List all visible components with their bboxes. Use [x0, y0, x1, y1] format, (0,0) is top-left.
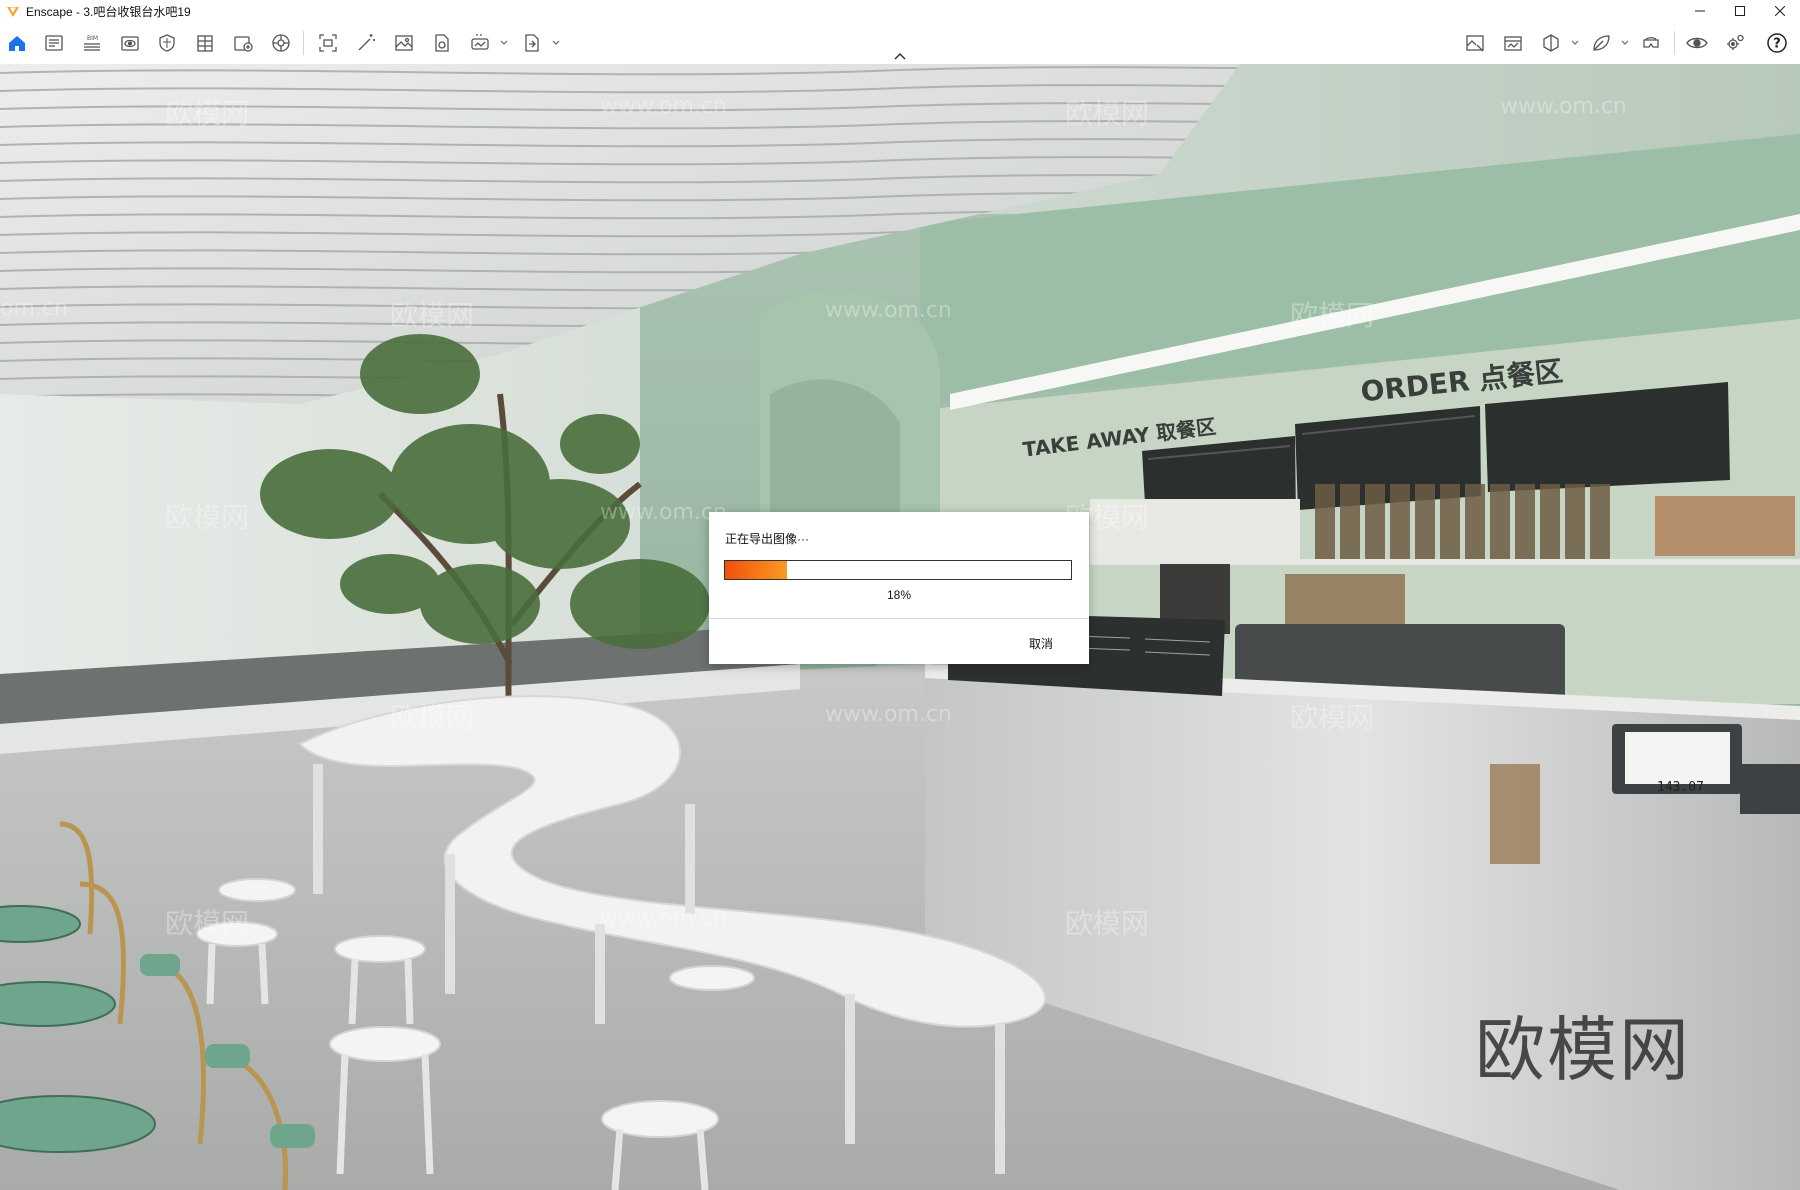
dialog-divider	[709, 618, 1089, 619]
minimize-icon	[1695, 10, 1705, 12]
document-button[interactable]	[40, 29, 68, 57]
vr-headset-icon	[1643, 37, 1659, 48]
vr-headset-button[interactable]	[1637, 29, 1665, 57]
watermark-logo-text: 欧模网	[1475, 1009, 1691, 1091]
screenshot-button[interactable]	[314, 29, 342, 57]
progress-fill	[725, 561, 788, 579]
chevron-down-icon[interactable]	[499, 38, 509, 48]
settings-icon	[1727, 34, 1744, 50]
visual-settings-icon	[121, 36, 139, 51]
watermark-text: 欧模网	[1290, 701, 1375, 734]
export-file-button[interactable]	[518, 29, 546, 57]
visual-settings-button[interactable]	[116, 29, 144, 57]
panorama-export-button[interactable]	[466, 29, 494, 57]
svg-text:?: ?	[1773, 37, 1781, 52]
view-management-button[interactable]	[1461, 29, 1489, 57]
watermark-text: 欧模网	[165, 97, 250, 130]
watermark-text: 欧模网	[1065, 97, 1150, 130]
watermark-text: 欧模网	[165, 907, 250, 940]
magic-wand-icon	[358, 34, 375, 51]
image-icon	[395, 35, 413, 51]
settings-button[interactable]	[1721, 29, 1749, 57]
bim-button[interactable]: BIM	[78, 29, 106, 57]
document-icon	[45, 35, 63, 51]
image-gallery-icon	[1504, 36, 1522, 51]
toolbar-separator	[303, 31, 304, 55]
title-bar: Enscape - 3.吧台收银台水吧19	[0, 0, 1800, 22]
asset-library-icon	[234, 36, 253, 52]
close-button[interactable]	[1760, 0, 1800, 22]
cancel-button[interactable]: 取消	[1011, 632, 1071, 654]
watermark-url: www.om.cn	[600, 500, 727, 525]
magic-wand-button[interactable]	[352, 29, 380, 57]
export-file-icon	[525, 34, 539, 52]
leaf-button[interactable]	[1587, 29, 1615, 57]
watermark-url: www.om.cn	[600, 906, 727, 931]
eye-icon	[1686, 37, 1708, 49]
close-icon	[1775, 6, 1785, 16]
screenshot-icon	[319, 34, 337, 52]
watermark-url: om.cn	[0, 296, 68, 321]
asset-library-button[interactable]	[229, 29, 257, 57]
watermark-text: 欧模网	[390, 299, 475, 332]
material-button[interactable]	[267, 29, 295, 57]
watermark-url: www.om.cn	[600, 94, 727, 119]
video-file-button[interactable]	[428, 29, 456, 57]
leaf-icon	[1593, 35, 1610, 51]
watermark-url: www.om.cn	[825, 702, 952, 727]
shield-button[interactable]	[153, 29, 181, 57]
home-icon	[9, 36, 25, 51]
export-status-message: 正在导出图像···	[725, 532, 809, 546]
watermark-text: 欧模网	[1065, 907, 1150, 940]
view-management-icon	[1466, 35, 1484, 52]
material-sphere-icon	[272, 34, 290, 52]
watermark-text: 欧模网	[390, 701, 475, 734]
watermark-url: www.om.cn	[1500, 94, 1627, 119]
chevron-up-icon[interactable]	[891, 50, 909, 62]
video-file-icon	[435, 34, 449, 52]
eye-button[interactable]	[1683, 29, 1711, 57]
progress-percentage: 18%	[886, 588, 912, 602]
bim-label: BIM	[87, 35, 98, 42]
export-progress-dialog: 正在导出图像··· 18% 取消	[709, 512, 1089, 664]
toolbar: BIM ?	[0, 22, 1800, 65]
shield-icon	[159, 34, 175, 52]
maximize-icon	[1735, 6, 1745, 16]
image-button[interactable]	[390, 29, 418, 57]
help-button[interactable]: ?	[1763, 29, 1791, 57]
cube-view-icon	[1543, 34, 1559, 52]
export-progress-bar	[724, 560, 1072, 580]
maximize-button[interactable]	[1720, 0, 1760, 22]
watermark-url: www.om.cn	[825, 298, 952, 323]
building-icon	[197, 35, 213, 52]
cube-view-button[interactable]	[1537, 29, 1565, 57]
enscape-logo-icon	[7, 7, 19, 17]
chevron-down-icon[interactable]	[551, 38, 561, 48]
window-controls	[1680, 0, 1800, 22]
bim-list-icon: BIM	[84, 35, 100, 51]
panorama-export-icon	[471, 34, 489, 50]
chevron-down-icon[interactable]	[1570, 38, 1580, 48]
watermark-text: 欧模网	[165, 501, 250, 534]
home-button[interactable]	[3, 29, 31, 57]
register-display-amount: 143.07	[1657, 780, 1704, 795]
help-icon: ?	[1767, 33, 1787, 53]
toolbar-separator	[1674, 31, 1675, 55]
building-button[interactable]	[191, 29, 219, 57]
watermark-text: 欧模网	[1290, 299, 1375, 332]
window-title: Enscape - 3.吧台收银台水吧19	[26, 4, 191, 19]
minimize-button[interactable]	[1680, 0, 1720, 22]
image-gallery-button[interactable]	[1499, 29, 1527, 57]
chevron-down-icon[interactable]	[1620, 38, 1630, 48]
